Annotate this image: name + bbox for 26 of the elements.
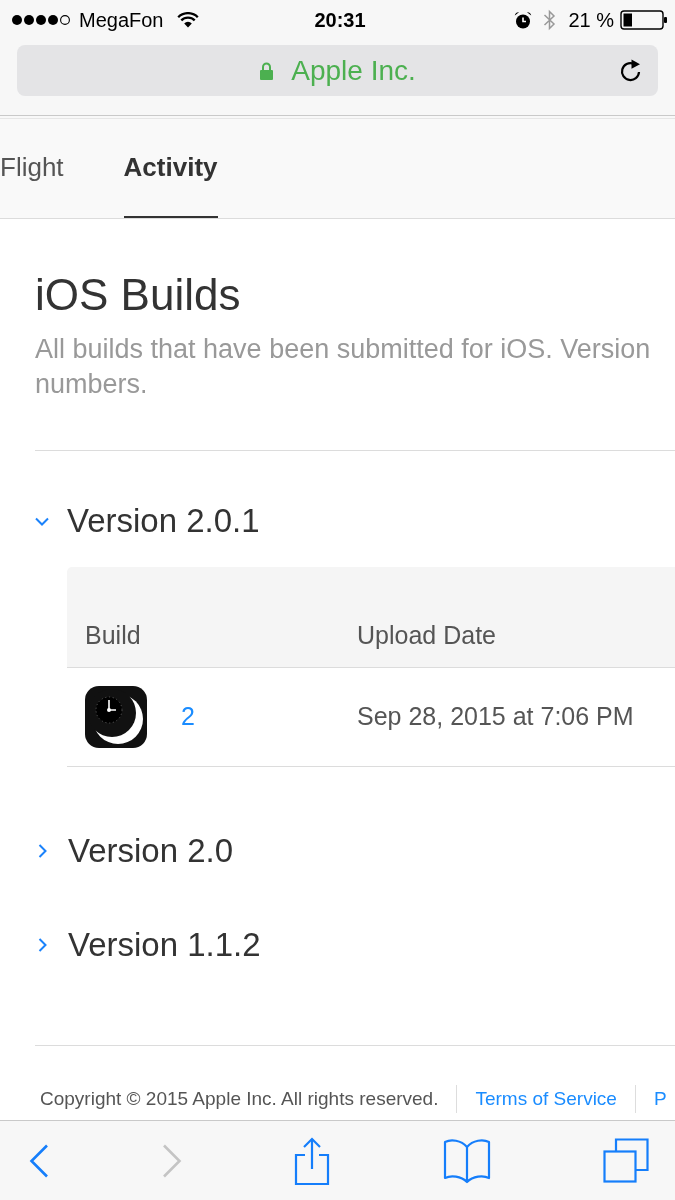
tab[interactable]: Flight bbox=[0, 119, 64, 218]
reload-icon[interactable] bbox=[619, 58, 643, 83]
battery-icon bbox=[620, 10, 668, 30]
site-name: Apple Inc. bbox=[291, 56, 416, 85]
alarm-clock-icon bbox=[514, 11, 533, 29]
share-icon[interactable] bbox=[294, 1136, 330, 1185]
back-icon[interactable] bbox=[29, 1143, 49, 1178]
page-title: iOS Builds bbox=[35, 269, 242, 321]
bluetooth-icon bbox=[543, 9, 557, 31]
tabs-icon[interactable] bbox=[603, 1138, 649, 1183]
table-cell-text: Sep 28, 2015 at 7:06 PM bbox=[356, 701, 634, 733]
copyright-text: Copyright © 2015 Apple Inc. All rights reserved. bbox=[40, 1088, 439, 1110]
version-toggle[interactable]: Version 2.0 bbox=[35, 831, 234, 871]
battery-percent: 21 % bbox=[568, 8, 614, 33]
version-toggle[interactable]: Version 2.0.1 bbox=[35, 501, 260, 541]
book-icon[interactable] bbox=[442, 1137, 491, 1184]
version-toggle[interactable]: Version 1.1.2 bbox=[35, 925, 261, 965]
carrier-name: MegaFon bbox=[79, 8, 164, 33]
column-header: Upload Date bbox=[356, 620, 496, 650]
signal-icon bbox=[12, 14, 70, 26]
wifi-icon bbox=[176, 12, 199, 28]
clock-time: 20:31 bbox=[314, 8, 366, 33]
app-icon bbox=[85, 686, 147, 748]
page-description: All builds that have been submitted for iOS. Version numbers. bbox=[35, 333, 652, 401]
lock-icon bbox=[259, 60, 275, 81]
column-header: Build bbox=[84, 620, 142, 650]
